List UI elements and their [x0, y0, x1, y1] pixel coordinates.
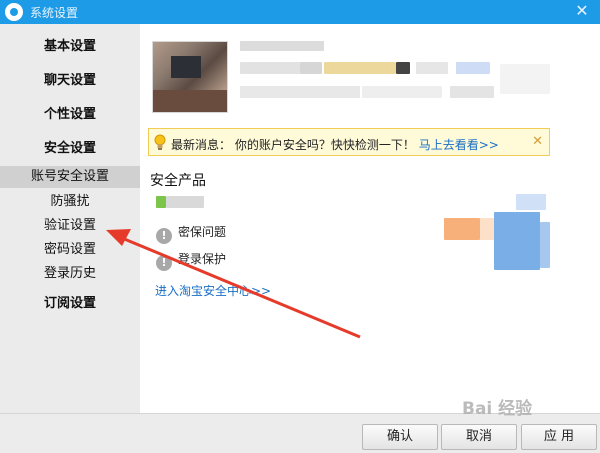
blurred-graphic — [494, 212, 540, 270]
footer-bar: 确认 取消 应 用 — [0, 413, 600, 453]
blurred-product-icon — [156, 196, 166, 208]
sidebar-item-chat[interactable]: 聊天设置 — [0, 70, 140, 92]
sidebar: 基本设置 聊天设置 个性设置 安全设置 账号安全设置 防骚扰 验证设置 密码设置… — [0, 24, 140, 413]
warning-icon: ! — [156, 228, 172, 244]
confirm-button[interactable]: 确认 — [362, 424, 438, 450]
product-security-question[interactable]: ! 密保问题 — [156, 223, 226, 244]
notice-prefix: 最新消息： — [171, 138, 232, 152]
sidebar-item-anti-harassment[interactable]: 防骚扰 — [0, 191, 140, 213]
enter-security-center-link[interactable]: 进入淘宝安全中心>> — [155, 282, 271, 299]
main-content: 最新消息： 你的账户安全吗？快快检测一下！ 马上去看看>> ✕ 安全产品 ! 密保… — [140, 24, 600, 413]
blurred-info — [450, 86, 494, 98]
sidebar-item-basic[interactable]: 基本设置 — [0, 36, 140, 58]
blurred-graphic — [480, 218, 494, 240]
security-products-heading: 安全产品 — [150, 173, 206, 189]
sidebar-item-security[interactable]: 安全设置 — [0, 138, 140, 160]
close-icon[interactable]: ✕ — [572, 1, 592, 20]
sidebar-item-account-security[interactable]: 账号安全设置 — [0, 166, 140, 188]
news-notice-bar: 最新消息： 你的账户安全吗？快快检测一下！ 马上去看看>> ✕ — [148, 128, 550, 156]
blurred-info — [300, 62, 322, 74]
avatar — [152, 41, 228, 113]
sidebar-item-login-history[interactable]: 登录历史 — [0, 263, 140, 285]
sidebar-item-verification[interactable]: 验证设置 — [0, 215, 140, 237]
product-login-protection[interactable]: ! 登录保护 — [156, 250, 226, 271]
app-logo-icon — [5, 3, 23, 21]
blurred-info — [500, 64, 550, 94]
blurred-graphic — [540, 222, 550, 268]
sidebar-item-personal[interactable]: 个性设置 — [0, 104, 140, 126]
blurred-level-bar — [324, 62, 396, 74]
blurred-info — [396, 62, 410, 74]
notice-message: 最新消息： 你的账户安全吗？快快检测一下！ 马上去看看>> — [171, 136, 499, 153]
window-title: 系统设置 — [30, 6, 79, 20]
sidebar-item-password[interactable]: 密码设置 — [0, 239, 140, 261]
blurred-graphic — [516, 194, 546, 210]
blurred-info — [416, 62, 448, 74]
blurred-username — [240, 41, 324, 51]
close-icon[interactable]: ✕ — [532, 134, 543, 149]
notice-link[interactable]: 马上去看看>> — [419, 138, 499, 152]
product-label: 密保问题 — [178, 225, 227, 239]
sidebar-item-subscription[interactable]: 订阅设置 — [0, 293, 140, 315]
warning-icon: ! — [156, 255, 172, 271]
cancel-button[interactable]: 取消 — [441, 424, 517, 450]
product-label: 登录保护 — [178, 252, 227, 266]
blurred-graphic — [444, 218, 480, 240]
blurred-info — [240, 62, 300, 74]
apply-button[interactable]: 应 用 — [521, 424, 597, 450]
notice-text: 你的账户安全吗？快快检测一下！ — [234, 138, 415, 152]
blurred-info — [240, 86, 360, 98]
blurred-info — [456, 62, 490, 74]
title-bar: 系统设置 ✕ — [0, 0, 600, 24]
blurred-product-name — [166, 196, 204, 208]
watermark: Bai 经验 — [462, 399, 533, 419]
lightbulb-icon — [154, 134, 166, 150]
blurred-info — [362, 86, 442, 98]
